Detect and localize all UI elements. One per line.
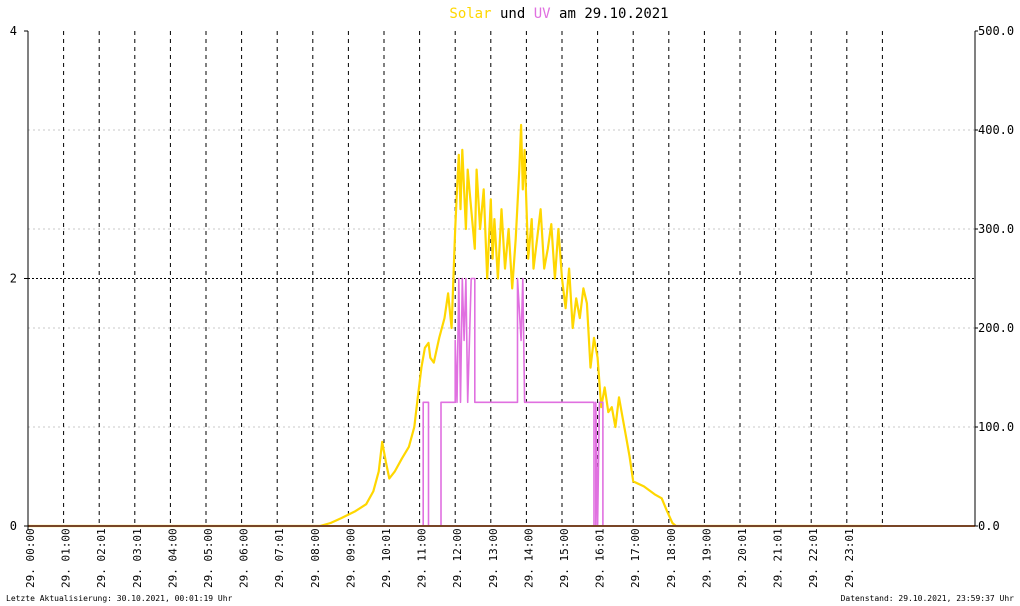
- right-tick-label: 300.0: [978, 222, 1014, 236]
- left-tick-label: 0: [10, 519, 17, 533]
- title-uv: UV: [534, 6, 551, 22]
- left-tick-label: 4: [10, 24, 17, 38]
- right-tick-label: 200.0: [978, 321, 1014, 335]
- x-tick-label: 29. 11:00: [416, 528, 429, 588]
- x-tick-label: 29. 21:01: [772, 528, 785, 588]
- x-tick-label: 29. 07:01: [273, 528, 286, 588]
- x-tick-label: 29. 00:00: [24, 528, 37, 588]
- x-tick-label: 29. 14:00: [522, 528, 535, 588]
- title-date-prefix: am: [559, 6, 576, 22]
- x-tick-label: 29. 19:00: [700, 528, 713, 588]
- x-tick-label: 29. 04:00: [166, 528, 179, 588]
- left-tick-label: 2: [10, 272, 17, 286]
- x-tick-label: 29. 06:00: [238, 528, 251, 588]
- x-tick-label: 29. 18:00: [665, 528, 678, 588]
- x-tick-label: 29. 16:01: [594, 528, 607, 588]
- x-tick-label: 29. 20:01: [736, 528, 749, 588]
- x-tick-label: 29. 05:00: [202, 528, 215, 588]
- title-solar: Solar: [449, 6, 491, 22]
- footer-last-update: Letzte Aktualisierung: 30.10.2021, 00:01…: [6, 594, 233, 603]
- x-tick-label: 29. 22:01: [807, 528, 820, 588]
- x-tick-label: 29. 17:00: [629, 528, 642, 588]
- footer-data-state: Datenstand: 29.10.2021, 23:59:37 Uhr: [841, 594, 1015, 603]
- x-tick-label: 29. 01:00: [60, 528, 73, 588]
- x-tick-label: 29. 03:01: [131, 528, 144, 588]
- x-tick-label: 29. 09:00: [344, 528, 357, 588]
- right-tick-label: 0.0: [978, 519, 1000, 533]
- right-tick-label: 500.0: [978, 24, 1014, 38]
- title-connector: und: [500, 6, 525, 22]
- x-tick-label: 29. 13:00: [487, 528, 500, 588]
- chart-svg: 0.0 100.0 200.0 300.0 400.0 500.0 0 2 4 29. 00:00…: [0, 0, 1020, 606]
- chart-background: [0, 0, 1020, 606]
- right-tick-label: 400.0: [978, 123, 1014, 137]
- chart-title: Solar und UV am 29.10.2021: [449, 6, 668, 22]
- x-tick-label: 29. 23:01: [843, 528, 856, 588]
- title-date: 29.10.2021: [584, 6, 668, 22]
- x-tick-label: 29. 12:00: [451, 528, 464, 588]
- x-tick-label: 29. 02:01: [95, 528, 108, 588]
- x-tick-label: 29. 10:01: [380, 528, 393, 588]
- x-tick-label: 29. 08:00: [309, 528, 322, 588]
- right-tick-label: 100.0: [978, 420, 1014, 434]
- x-tick-label: 29. 15:00: [558, 528, 571, 588]
